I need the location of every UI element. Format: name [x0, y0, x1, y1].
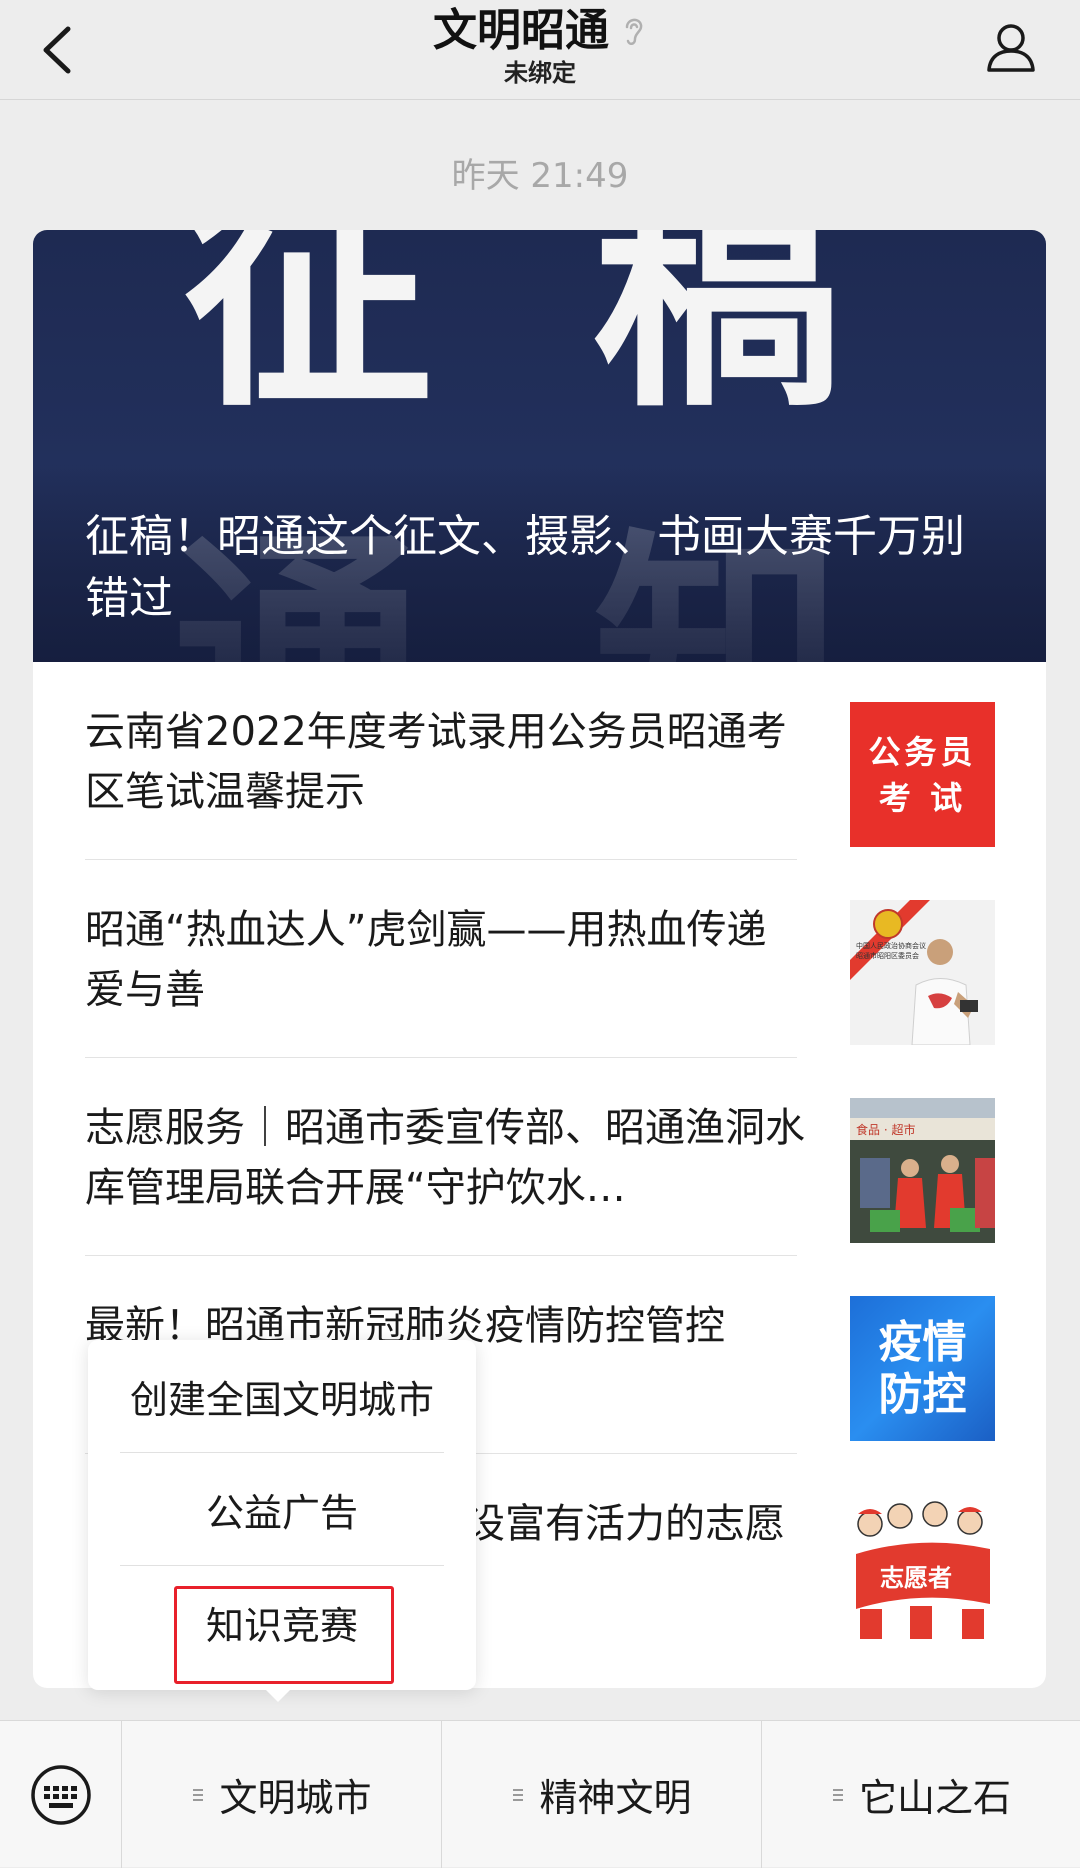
top-bar: 文明昭通 未绑定 — [0, 0, 1080, 100]
menu-list-icon — [513, 1788, 524, 1801]
photo-caption: 食品 · 超市 — [856, 1122, 915, 1137]
person-icon — [987, 24, 1035, 72]
keyboard-toggle-button[interactable] — [0, 1721, 122, 1868]
cover-glyph: 征 — [183, 230, 433, 440]
article-title: 设富有活力的志愿 — [465, 1501, 785, 1547]
ear-icon[interactable] — [619, 13, 647, 49]
account-title-text: 文明昭通 — [433, 5, 609, 56]
volunteer-photo: 食品 · 超市 — [850, 1098, 995, 1243]
menu-tab-other-stones[interactable]: 它山之石 — [762, 1721, 1080, 1868]
cover-article[interactable]: 征 稿 通 知 征稿！昭通这个征文、摄影、书画大赛千万别错过 — [33, 230, 1046, 662]
photo-caption: 中国人民政治协商会议 — [856, 941, 926, 950]
title-block: 文明昭通 未绑定 — [0, 4, 1080, 88]
thumb-text: 疫情 — [878, 1316, 967, 1368]
article-item[interactable]: 昭通“热血达人”虎剑赢——用热血传递爱与善 中国人民政治协商会议 昭通市昭阳区委… — [85, 860, 997, 1058]
thumb-text: 公务员 — [868, 732, 977, 771]
thumb-text: 考 试 — [878, 778, 967, 817]
bottom-menu-bar: 文明城市 精神文明 它山之石 — [0, 1720, 1080, 1868]
popup-pointer — [262, 1686, 294, 1702]
highlight-box — [174, 1586, 394, 1684]
keyboard-icon — [30, 1764, 91, 1825]
article-thumbnail: 中国人民政治协商会议 昭通市昭阳区委员会 — [850, 900, 995, 1045]
volunteer-cartoon: 志愿者 — [850, 1494, 995, 1639]
banner-text: 志愿者 — [880, 1564, 952, 1592]
menu-tab-label: 精神文明 — [539, 1776, 692, 1820]
menu-tab-spiritual-civilization[interactable]: 精神文明 — [442, 1721, 762, 1868]
menu-list-icon — [832, 1788, 843, 1801]
submenu-item-public-ads[interactable]: 公益广告 — [120, 1453, 444, 1565]
article-thumbnail: 食品 · 超市 — [850, 1098, 995, 1243]
menu-tab-label: 文明城市 — [219, 1776, 372, 1820]
menu-tab-civilized-city[interactable]: 文明城市 — [122, 1721, 442, 1868]
article-item[interactable]: 志愿服务｜昭通市委宣传部、昭通渔洞水库管理局联合开展“守护饮水… 食品 · 超市 — [85, 1058, 997, 1256]
article-thumbnail: 志愿者 — [850, 1494, 995, 1639]
binding-status: 未绑定 — [504, 59, 576, 87]
message-timestamp: 昨天 21:49 — [451, 156, 629, 196]
photo-caption: 昭通市昭阳区委员会 — [856, 951, 919, 960]
article-title: 志愿服务｜昭通市委宣传部、昭通渔洞水库管理局联合开展“守护饮水… — [85, 1105, 805, 1211]
menu-list-icon — [193, 1788, 204, 1801]
menu-tab-label: 它山之石 — [858, 1776, 1011, 1820]
cover-title: 征稿！昭通这个征文、摄影、书画大赛千万别错过 — [85, 511, 965, 624]
article-item[interactable]: 云南省2022年度考试录用公务员昭通考区笔试温馨提示 公务员 考 试 — [85, 662, 997, 860]
submenu-item-create-civilized-city[interactable]: 创建全国文明城市 — [120, 1340, 444, 1452]
profile-button[interactable] — [978, 14, 1044, 80]
article-thumbnail: 疫情 防控 — [850, 1296, 995, 1441]
person-photo: 中国人民政治协商会议 昭通市昭阳区委员会 — [850, 900, 995, 1045]
account-title: 文明昭通 — [433, 4, 647, 58]
article-title: 云南省2022年度考试录用公务员昭通考区笔试温馨提示 — [85, 709, 787, 815]
article-thumbnail: 公务员 考 试 — [850, 702, 995, 847]
submenu-popup: 创建全国文明城市 公益广告 知识竞赛 — [88, 1340, 476, 1690]
cover-glyph: 稿 — [593, 230, 843, 440]
article-title: 昭通“热血达人”虎剑赢——用热血传递爱与善 — [85, 907, 767, 1013]
thumb-text: 防控 — [878, 1368, 967, 1420]
